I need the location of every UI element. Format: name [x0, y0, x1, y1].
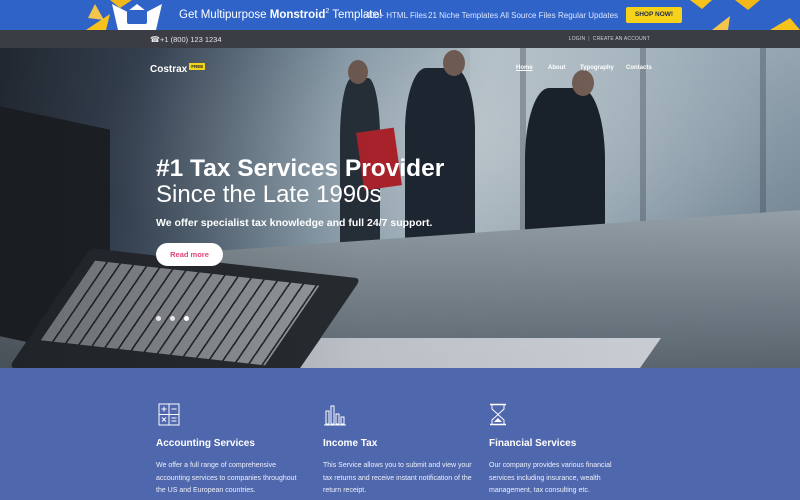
shop-now-button[interactable]: SHOP NOW!	[626, 7, 682, 23]
service-title: Financial Services	[489, 438, 577, 449]
service-description: We offer a full range of comprehensive a…	[156, 462, 297, 494]
login-link[interactable]: LOGIN	[569, 36, 586, 42]
calculator-icon	[158, 403, 180, 426]
promo-feature: 21 Niche Templates	[428, 11, 499, 20]
hero-slider	[0, 48, 800, 368]
phone-contact[interactable]: ☎+1 (800) 123 1234	[150, 35, 222, 44]
service-title: Accounting Services	[156, 438, 255, 449]
service-description: This Service allows you to submit and vi…	[323, 462, 472, 494]
monstroid-logo-face	[127, 10, 147, 24]
read-more-button[interactable]: Read more	[156, 243, 223, 266]
nav-home[interactable]: Home	[516, 65, 533, 71]
hero-text: We offer specialist tax knowledge and fu…	[156, 217, 433, 229]
account-links: LOGIN | CREATE AN ACCOUNT	[569, 36, 650, 42]
nav-about[interactable]: About	[548, 65, 565, 71]
bar-chart-icon	[324, 405, 346, 426]
nav-typography[interactable]: Typography	[580, 65, 614, 71]
top-bar: ☎+1 (800) 123 1234 LOGIN | CREATE AN ACCOU…	[0, 30, 800, 48]
promo-feature: 400+ HTML Files	[366, 11, 427, 20]
hourglass-icon	[490, 403, 506, 426]
promo-tagline: Get Multipurpose Monstroid2 Template!	[179, 8, 383, 21]
slider-dot[interactable]	[156, 316, 161, 321]
account-separator: |	[588, 36, 590, 42]
phone-number: +1 (800) 123 1234	[160, 35, 222, 44]
slider-dot[interactable]	[170, 316, 175, 321]
brand-logo[interactable]: Costrax FREE	[150, 63, 206, 75]
hero-overlay	[0, 48, 800, 368]
service-title: Income Tax	[323, 438, 378, 449]
create-account-link[interactable]: CREATE AN ACCOUNT	[593, 36, 650, 42]
promo-feature: All Source Files	[500, 11, 556, 20]
service-description: Our company provides various financial s…	[489, 462, 612, 494]
hero-title: #1 Tax Services Provider	[156, 155, 445, 182]
slider-dot-active[interactable]	[184, 316, 189, 321]
nav-contacts[interactable]: Contacts	[626, 65, 652, 71]
promo-banner[interactable]: Get Multipurpose Monstroid2 Template! 40…	[0, 0, 800, 30]
hero-subtitle: Since the Late 1990s	[156, 181, 382, 208]
free-badge: FREE	[189, 63, 206, 70]
phone-icon: ☎	[150, 35, 160, 44]
promo-feature: Regular Updates	[558, 11, 619, 20]
